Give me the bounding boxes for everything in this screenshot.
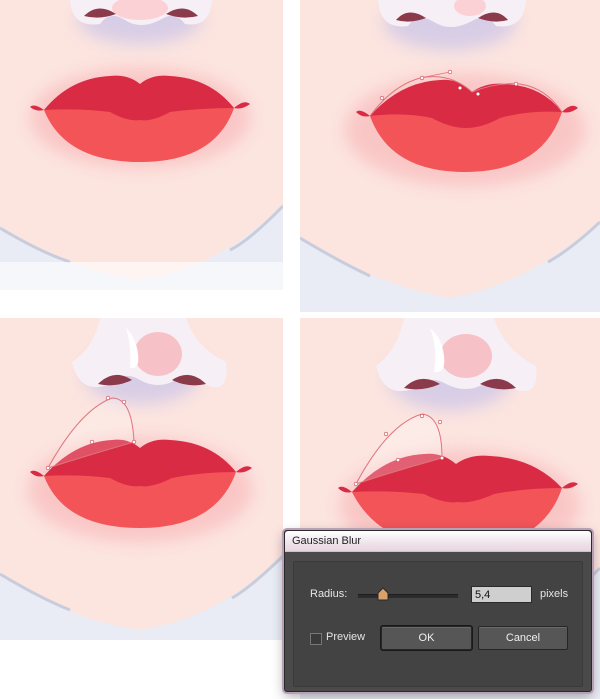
radius-input[interactable] <box>471 586 532 603</box>
preview-checkbox[interactable] <box>310 633 322 645</box>
ok-button[interactable]: OK <box>381 626 472 650</box>
gaussian-blur-dialog: Gaussian Blur Radius: pixels Preview OK … <box>284 530 592 692</box>
tutorial-step-1-image <box>0 0 283 290</box>
tutorial-step-2-image <box>300 0 600 312</box>
radius-unit-label: pixels <box>540 588 569 600</box>
radius-label: Radius: <box>310 588 348 600</box>
tutorial-step-3-image <box>0 318 283 640</box>
dialog-body: Radius: pixels Preview OK Cancel <box>293 561 583 687</box>
preview-label[interactable]: Preview <box>326 631 365 643</box>
radius-slider-thumb-icon[interactable] <box>376 587 390 601</box>
radius-slider-track[interactable] <box>358 594 458 598</box>
dialog-title[interactable]: Gaussian Blur <box>285 531 591 552</box>
cancel-button[interactable]: Cancel <box>478 626 568 650</box>
